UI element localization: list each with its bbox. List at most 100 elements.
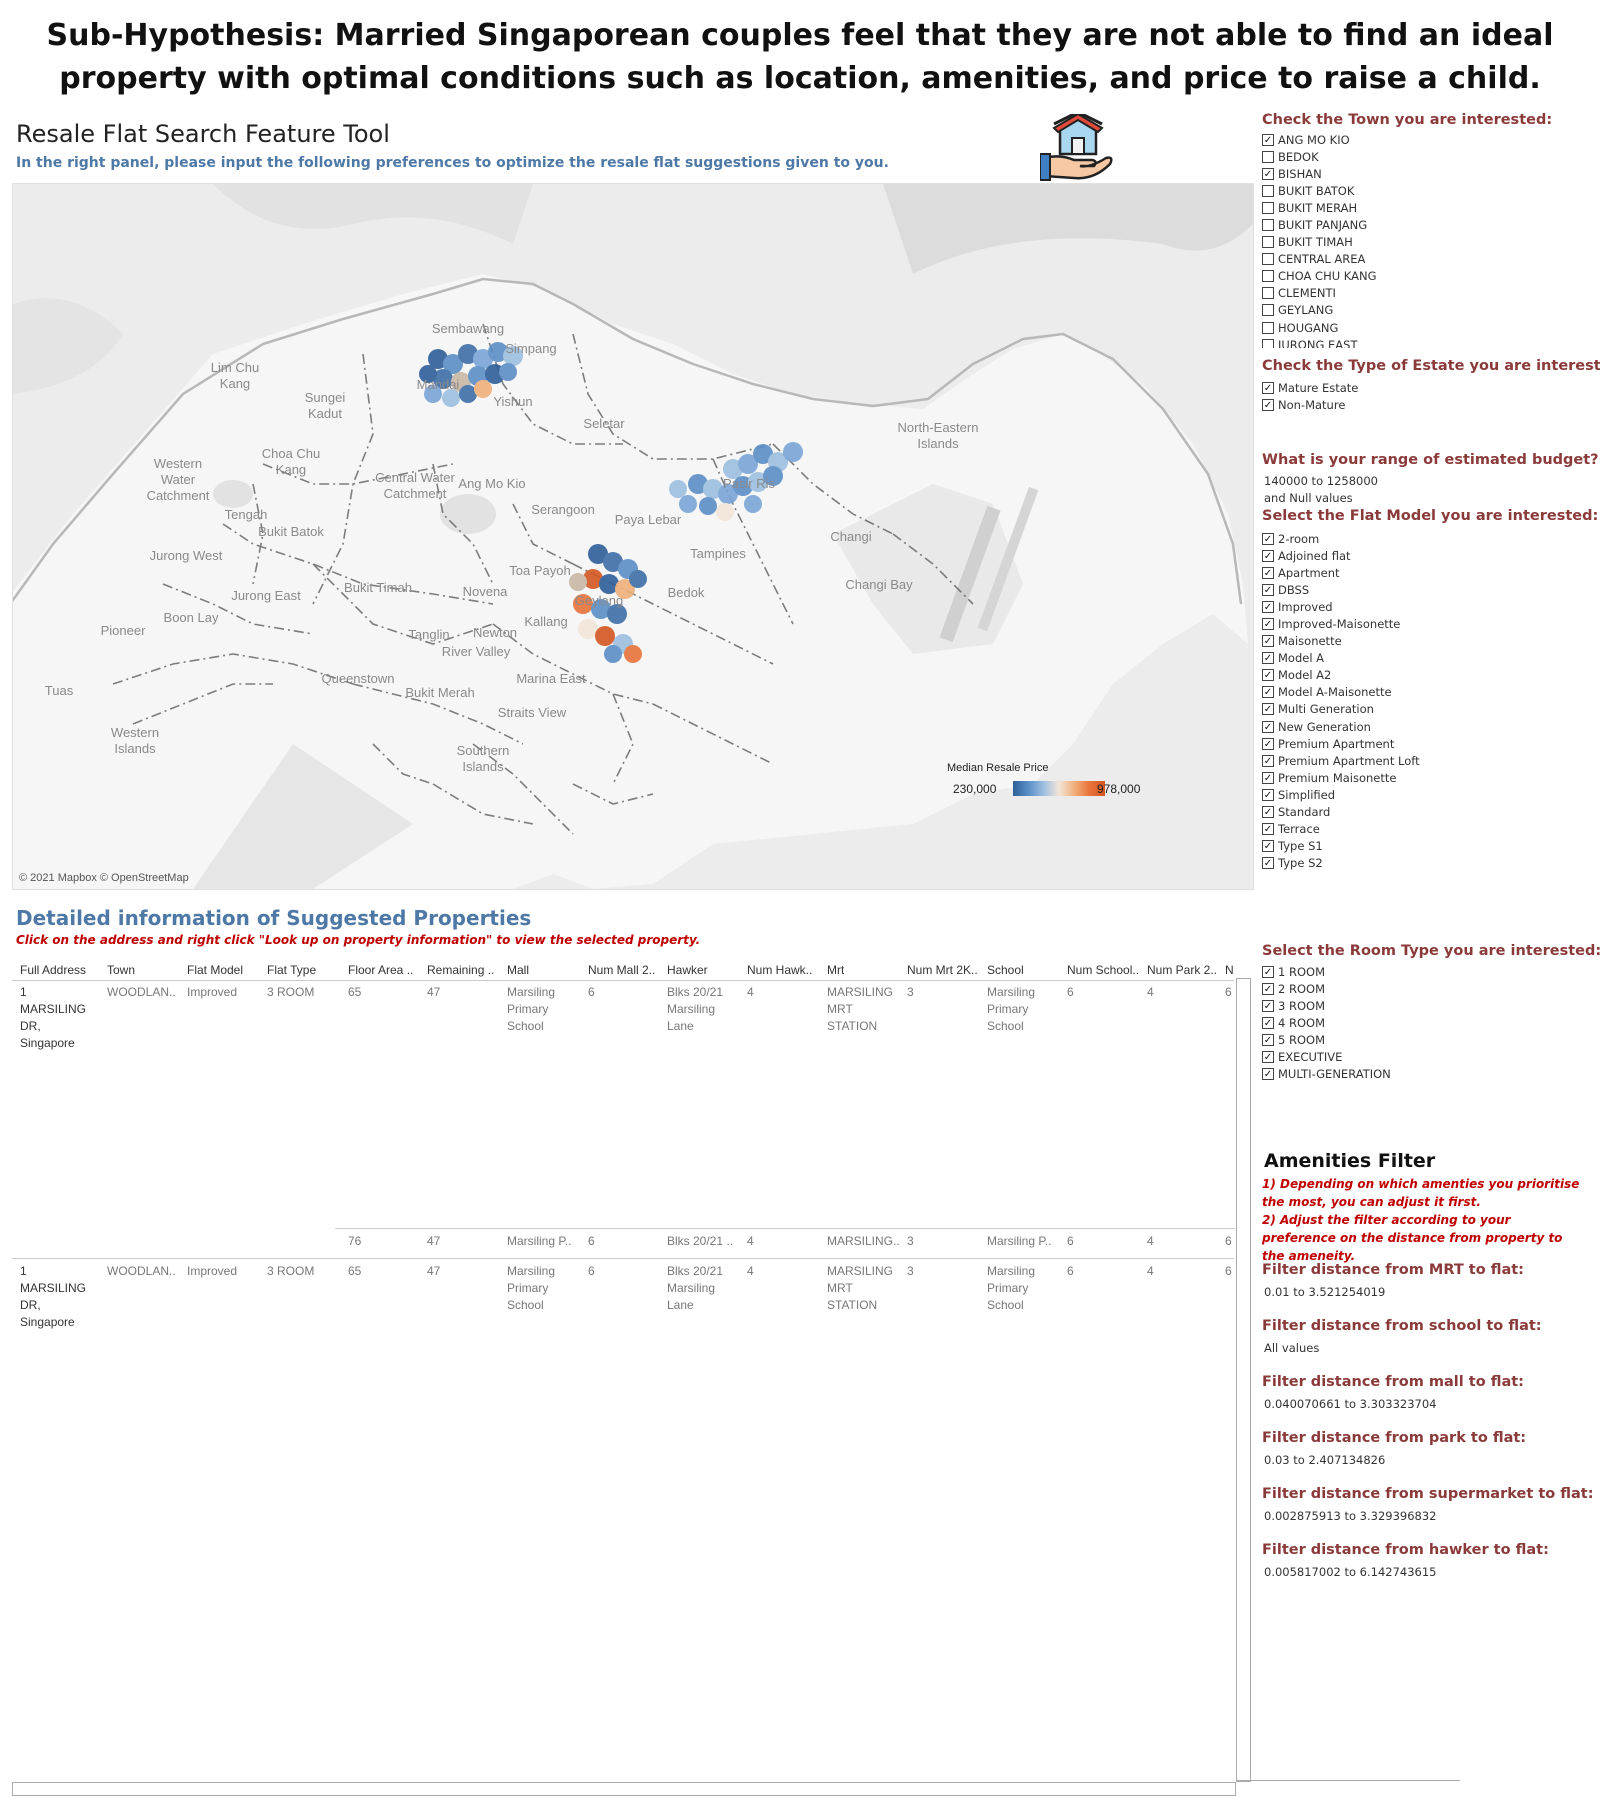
column-header[interactable]: Mrt bbox=[827, 963, 844, 977]
room-type-option[interactable]: ✓ 5 ROOM bbox=[1262, 1031, 1391, 1048]
flat-model-option[interactable]: ✓ Model A2 bbox=[1262, 667, 1420, 684]
checkbox[interactable]: ✓ bbox=[1262, 549, 1274, 562]
town-option[interactable]: GEYLANG bbox=[1262, 302, 1377, 319]
column-header[interactable]: Num Hawk.. bbox=[747, 963, 812, 977]
checkbox[interactable]: ✓ bbox=[1262, 635, 1274, 648]
column-header[interactable]: Mall bbox=[507, 963, 529, 977]
checkbox[interactable] bbox=[1262, 338, 1274, 348]
town-option[interactable]: CHOA CHU KANG bbox=[1262, 268, 1377, 285]
town-option[interactable]: HOUGANG bbox=[1262, 319, 1377, 336]
column-header[interactable]: Num Mrt 2K.. bbox=[907, 963, 978, 977]
room-type-option[interactable]: ✓ EXECUTIVE bbox=[1262, 1048, 1391, 1065]
flat-model-option[interactable]: ✓ Model A bbox=[1262, 650, 1420, 667]
table-cell-address[interactable]: 1 MARSILING DR, Singapore bbox=[20, 1263, 86, 1331]
checkbox[interactable]: ✓ bbox=[1262, 583, 1274, 596]
column-header[interactable]: Town bbox=[107, 963, 135, 977]
flat-model-option[interactable]: ✓ Premium Apartment Loft bbox=[1262, 752, 1420, 769]
checkbox[interactable]: ✓ bbox=[1262, 806, 1274, 819]
room-type-option[interactable]: ✓ 1 ROOM bbox=[1262, 963, 1391, 980]
estate-filter-list[interactable]: ✓ Mature Estate ✓ Non-Mature bbox=[1262, 379, 1358, 413]
flat-model-option[interactable]: ✓ Premium Apartment bbox=[1262, 735, 1420, 752]
estate-option[interactable]: ✓ Mature Estate bbox=[1262, 379, 1358, 396]
flat-model-option[interactable]: ✓ Premium Maisonette bbox=[1262, 769, 1420, 786]
checkbox[interactable]: ✓ bbox=[1262, 703, 1274, 716]
flat-model-option[interactable]: ✓ Improved-Maisonette bbox=[1262, 615, 1420, 632]
checkbox[interactable]: ✓ bbox=[1262, 840, 1274, 853]
table-cell-address[interactable]: 1 MARSILING DR, Singapore bbox=[20, 984, 86, 1052]
table-vertical-scrollbar[interactable] bbox=[1236, 978, 1251, 1782]
checkbox[interactable]: ✓ bbox=[1262, 788, 1274, 801]
checkbox[interactable]: ✓ bbox=[1262, 600, 1274, 613]
column-header[interactable]: Floor Area .. bbox=[348, 963, 413, 977]
checkbox[interactable] bbox=[1262, 321, 1274, 334]
estate-option[interactable]: ✓ Non-Mature bbox=[1262, 396, 1358, 413]
flat-model-option[interactable]: ✓ Simplified bbox=[1262, 786, 1420, 803]
column-header[interactable]: School bbox=[987, 963, 1024, 977]
amenity-range-value[interactable]: 0.040070661 to 3.303323704 bbox=[1264, 1397, 1437, 1411]
checkbox[interactable]: ✓ bbox=[1262, 1016, 1274, 1029]
flat-model-option[interactable]: ✓ Standard bbox=[1262, 804, 1420, 821]
checkbox[interactable]: ✓ bbox=[1262, 381, 1274, 394]
checkbox[interactable] bbox=[1262, 219, 1274, 232]
flat-model-option[interactable]: ✓ Apartment bbox=[1262, 564, 1420, 581]
flat-model-option[interactable]: ✓ Model A-Maisonette bbox=[1262, 684, 1420, 701]
town-option[interactable]: CLEMENTI bbox=[1262, 285, 1377, 302]
checkbox[interactable] bbox=[1262, 253, 1274, 266]
checkbox[interactable]: ✓ bbox=[1262, 398, 1274, 411]
town-option[interactable]: ✓ BISHAN bbox=[1262, 165, 1377, 182]
checkbox[interactable] bbox=[1262, 287, 1274, 300]
room-type-option[interactable]: ✓ 4 ROOM bbox=[1262, 1014, 1391, 1031]
flat-model-option[interactable]: ✓ Type S1 bbox=[1262, 838, 1420, 855]
checkbox[interactable]: ✓ bbox=[1262, 1033, 1274, 1046]
checkbox[interactable]: ✓ bbox=[1262, 857, 1274, 870]
amenity-range-value[interactable]: All values bbox=[1264, 1341, 1319, 1355]
checkbox[interactable]: ✓ bbox=[1262, 965, 1274, 978]
room-type-option[interactable]: ✓ 3 ROOM bbox=[1262, 997, 1391, 1014]
flat-model-option[interactable]: ✓ 2-room bbox=[1262, 530, 1420, 547]
checkbox[interactable]: ✓ bbox=[1262, 618, 1274, 631]
town-option[interactable]: BUKIT TIMAH bbox=[1262, 234, 1377, 251]
room-type-option[interactable]: ✓ 2 ROOM bbox=[1262, 980, 1391, 997]
checkbox[interactable]: ✓ bbox=[1262, 669, 1274, 682]
checkbox[interactable] bbox=[1262, 270, 1274, 283]
town-option[interactable]: BUKIT PANJANG bbox=[1262, 216, 1377, 233]
amenity-range-value[interactable]: 0.03 to 2.407134826 bbox=[1264, 1453, 1385, 1467]
budget-range-value[interactable]: 140000 to 1258000 bbox=[1264, 474, 1378, 488]
column-header[interactable]: Num School.. bbox=[1067, 963, 1139, 977]
flat-model-option[interactable]: ✓ Adjoined flat bbox=[1262, 547, 1420, 564]
column-header[interactable]: Num Park 2.. bbox=[1147, 963, 1217, 977]
checkbox[interactable]: ✓ bbox=[1262, 1068, 1274, 1081]
town-option[interactable]: CENTRAL AREA bbox=[1262, 251, 1377, 268]
checkbox[interactable]: ✓ bbox=[1262, 771, 1274, 784]
checkbox[interactable] bbox=[1262, 150, 1274, 163]
checkbox[interactable]: ✓ bbox=[1262, 999, 1274, 1012]
column-header[interactable]: Remaining .. bbox=[427, 963, 494, 977]
column-header[interactable]: Num Mall 2.. bbox=[588, 963, 655, 977]
flat-model-option[interactable]: ✓ New Generation bbox=[1262, 718, 1420, 735]
column-header[interactable]: Flat Model bbox=[187, 963, 243, 977]
checkbox[interactable] bbox=[1262, 236, 1274, 249]
table-horizontal-scrollbar[interactable] bbox=[12, 1782, 1236, 1796]
checkbox[interactable]: ✓ bbox=[1262, 532, 1274, 545]
checkbox[interactable]: ✓ bbox=[1262, 686, 1274, 699]
flat-model-filter-list[interactable]: ✓ 2-room ✓ Adjoined flat ✓ Apartment ✓ DBSS ✓ Imp… bbox=[1262, 530, 1420, 872]
checkbox[interactable]: ✓ bbox=[1262, 1051, 1274, 1064]
checkbox[interactable]: ✓ bbox=[1262, 566, 1274, 579]
flat-model-option[interactable]: ✓ Multi Generation bbox=[1262, 701, 1420, 718]
checkbox[interactable]: ✓ bbox=[1262, 823, 1274, 836]
flat-model-option[interactable]: ✓ Improved bbox=[1262, 598, 1420, 615]
checkbox[interactable]: ✓ bbox=[1262, 133, 1274, 146]
amenity-range-value[interactable]: 0.005817002 to 6.142743615 bbox=[1264, 1565, 1437, 1579]
flat-model-option[interactable]: ✓ DBSS bbox=[1262, 581, 1420, 598]
column-header[interactable]: N bbox=[1225, 963, 1234, 977]
checkbox[interactable] bbox=[1262, 201, 1274, 214]
checkbox[interactable]: ✓ bbox=[1262, 754, 1274, 767]
column-header[interactable]: Hawker bbox=[667, 963, 708, 977]
checkbox[interactable]: ✓ bbox=[1262, 167, 1274, 180]
checkbox[interactable]: ✓ bbox=[1262, 982, 1274, 995]
town-filter-list[interactable]: ✓ ANG MO KIO BEDOK ✓ BISHAN BUKIT BATOK BUKIT … bbox=[1262, 131, 1377, 348]
town-option[interactable]: BUKIT BATOK bbox=[1262, 182, 1377, 199]
flat-model-option[interactable]: ✓ Type S2 bbox=[1262, 855, 1420, 872]
resale-price-map[interactable]: Sembawang Simpang Lim Chu Kang Mandai Yishun… bbox=[12, 183, 1254, 890]
flat-model-option[interactable]: ✓ Maisonette bbox=[1262, 633, 1420, 650]
